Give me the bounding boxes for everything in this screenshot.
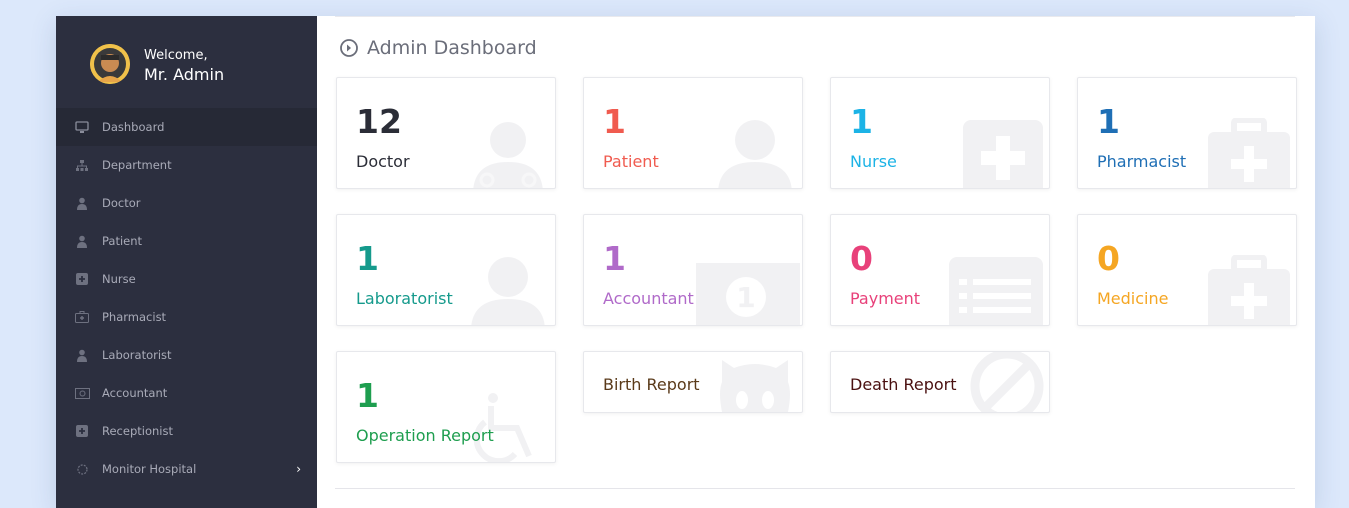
sidebar-item-dashboard[interactable]: Dashboard bbox=[56, 108, 317, 146]
stat-card-payment[interactable]: 0 Payment bbox=[830, 214, 1050, 326]
stat-card-medicine[interactable]: 0 Medicine bbox=[1077, 214, 1297, 326]
ban-icon bbox=[959, 352, 1045, 412]
sidebar-item-monitor-hospital[interactable]: Monitor Hospital › bbox=[56, 450, 317, 488]
sidebar-menu: Dashboard Department Doctor Patient Nurs… bbox=[56, 108, 317, 488]
user-icon bbox=[74, 233, 90, 249]
divider bbox=[335, 488, 1295, 489]
sidebar-item-label: Doctor bbox=[102, 196, 141, 210]
list-alt-icon bbox=[945, 255, 1045, 325]
sidebar-item-label: Pharmacist bbox=[102, 310, 167, 324]
github-icon bbox=[712, 352, 798, 412]
avatar bbox=[90, 44, 130, 84]
sidebar-item-label: Dashboard bbox=[102, 120, 165, 134]
sidebar-item-department[interactable]: Department bbox=[56, 146, 317, 184]
stat-label: Payment bbox=[850, 289, 921, 308]
sidebar-item-doctor[interactable]: Doctor bbox=[56, 184, 317, 222]
page-title: Admin Dashboard bbox=[339, 36, 537, 60]
medkit-icon bbox=[1206, 117, 1292, 188]
sidebar-item-label: Monitor Hospital bbox=[102, 462, 197, 476]
sidebar-item-label: Department bbox=[102, 158, 172, 172]
user-icon bbox=[712, 118, 798, 188]
stat-label: Accountant bbox=[603, 289, 694, 308]
stat-value: 1 bbox=[850, 102, 873, 141]
monitor-icon bbox=[74, 119, 90, 135]
sidebar-item-label: Receptionist bbox=[102, 424, 173, 438]
stat-card-pharmacist[interactable]: 1 Pharmacist bbox=[1077, 77, 1297, 189]
report-label: Death Report bbox=[850, 375, 957, 394]
sidebar-item-label: Patient bbox=[102, 234, 143, 248]
welcome-text: Welcome, bbox=[144, 48, 208, 63]
divider bbox=[335, 16, 1295, 17]
sidebar: Welcome, Mr. Admin Dashboard Department bbox=[56, 16, 317, 508]
user-profile[interactable]: Welcome, Mr. Admin bbox=[90, 44, 310, 88]
stat-card-accountant[interactable]: 1 Accountant 1 bbox=[583, 214, 803, 326]
sidebar-item-nurse[interactable]: Nurse bbox=[56, 260, 317, 298]
stat-label: Nurse bbox=[850, 152, 897, 171]
sidebar-item-label: Nurse bbox=[102, 272, 136, 286]
plus-square-icon bbox=[74, 271, 90, 287]
sidebar-item-patient[interactable]: Patient bbox=[56, 222, 317, 260]
user-md-icon bbox=[465, 118, 551, 188]
stat-label: Patient bbox=[603, 152, 659, 171]
gear-icon bbox=[74, 461, 90, 477]
stat-value: 1 bbox=[603, 102, 626, 141]
stat-card-nurse[interactable]: 1 Nurse bbox=[830, 77, 1050, 189]
sidebar-item-pharmacist[interactable]: Pharmacist bbox=[56, 298, 317, 336]
stat-label: Laboratorist bbox=[356, 289, 453, 308]
report-card-birth[interactable]: Birth Report bbox=[583, 351, 803, 413]
main-content: Admin Dashboard 12 Doctor 1 Patient 1 Nu… bbox=[317, 16, 1315, 508]
user-md-icon bbox=[74, 195, 90, 211]
sidebar-item-label: Laboratorist bbox=[102, 348, 172, 362]
user-name: Mr. Admin bbox=[144, 65, 225, 84]
page-title-text: Admin Dashboard bbox=[367, 37, 537, 59]
plus-square-icon bbox=[74, 423, 90, 439]
stat-label: Doctor bbox=[356, 152, 410, 171]
stat-value: 1 bbox=[1097, 102, 1120, 141]
stat-card-operation-report[interactable]: 1 Operation Report bbox=[336, 351, 556, 463]
medkit-icon bbox=[1206, 254, 1292, 325]
circle-arrow-right-icon bbox=[339, 38, 359, 58]
sidebar-item-laboratorist[interactable]: Laboratorist bbox=[56, 336, 317, 374]
sitemap-icon bbox=[74, 157, 90, 173]
stat-value: 12 bbox=[356, 102, 402, 141]
report-card-death[interactable]: Death Report bbox=[830, 351, 1050, 413]
money-icon bbox=[74, 385, 90, 401]
stat-card-laboratorist[interactable]: 1 Laboratorist bbox=[336, 214, 556, 326]
user-icon bbox=[465, 255, 551, 325]
money-icon: 1 bbox=[692, 255, 802, 325]
report-label: Birth Report bbox=[603, 375, 700, 394]
plus-square-icon bbox=[959, 118, 1045, 188]
user-icon bbox=[74, 347, 90, 363]
stat-value: 0 bbox=[850, 239, 873, 278]
svg-text:1: 1 bbox=[736, 281, 755, 314]
stat-value: 1 bbox=[356, 239, 379, 278]
stat-value: 1 bbox=[356, 376, 379, 415]
sidebar-item-label: Accountant bbox=[102, 386, 168, 400]
sidebar-item-receptionist[interactable]: Receptionist bbox=[56, 412, 317, 450]
medkit-icon bbox=[74, 309, 90, 325]
stat-value: 1 bbox=[603, 239, 626, 278]
chevron-right-icon[interactable]: › bbox=[296, 462, 301, 476]
app-window: Welcome, Mr. Admin Dashboard Department bbox=[56, 16, 1315, 508]
stat-label: Operation Report bbox=[356, 426, 494, 445]
stat-label: Medicine bbox=[1097, 289, 1169, 308]
stat-label: Pharmacist bbox=[1097, 152, 1187, 171]
stat-card-doctor[interactable]: 12 Doctor bbox=[336, 77, 556, 189]
stat-value: 0 bbox=[1097, 239, 1120, 278]
stat-card-patient[interactable]: 1 Patient bbox=[583, 77, 803, 189]
sidebar-item-accountant[interactable]: Accountant bbox=[56, 374, 317, 412]
